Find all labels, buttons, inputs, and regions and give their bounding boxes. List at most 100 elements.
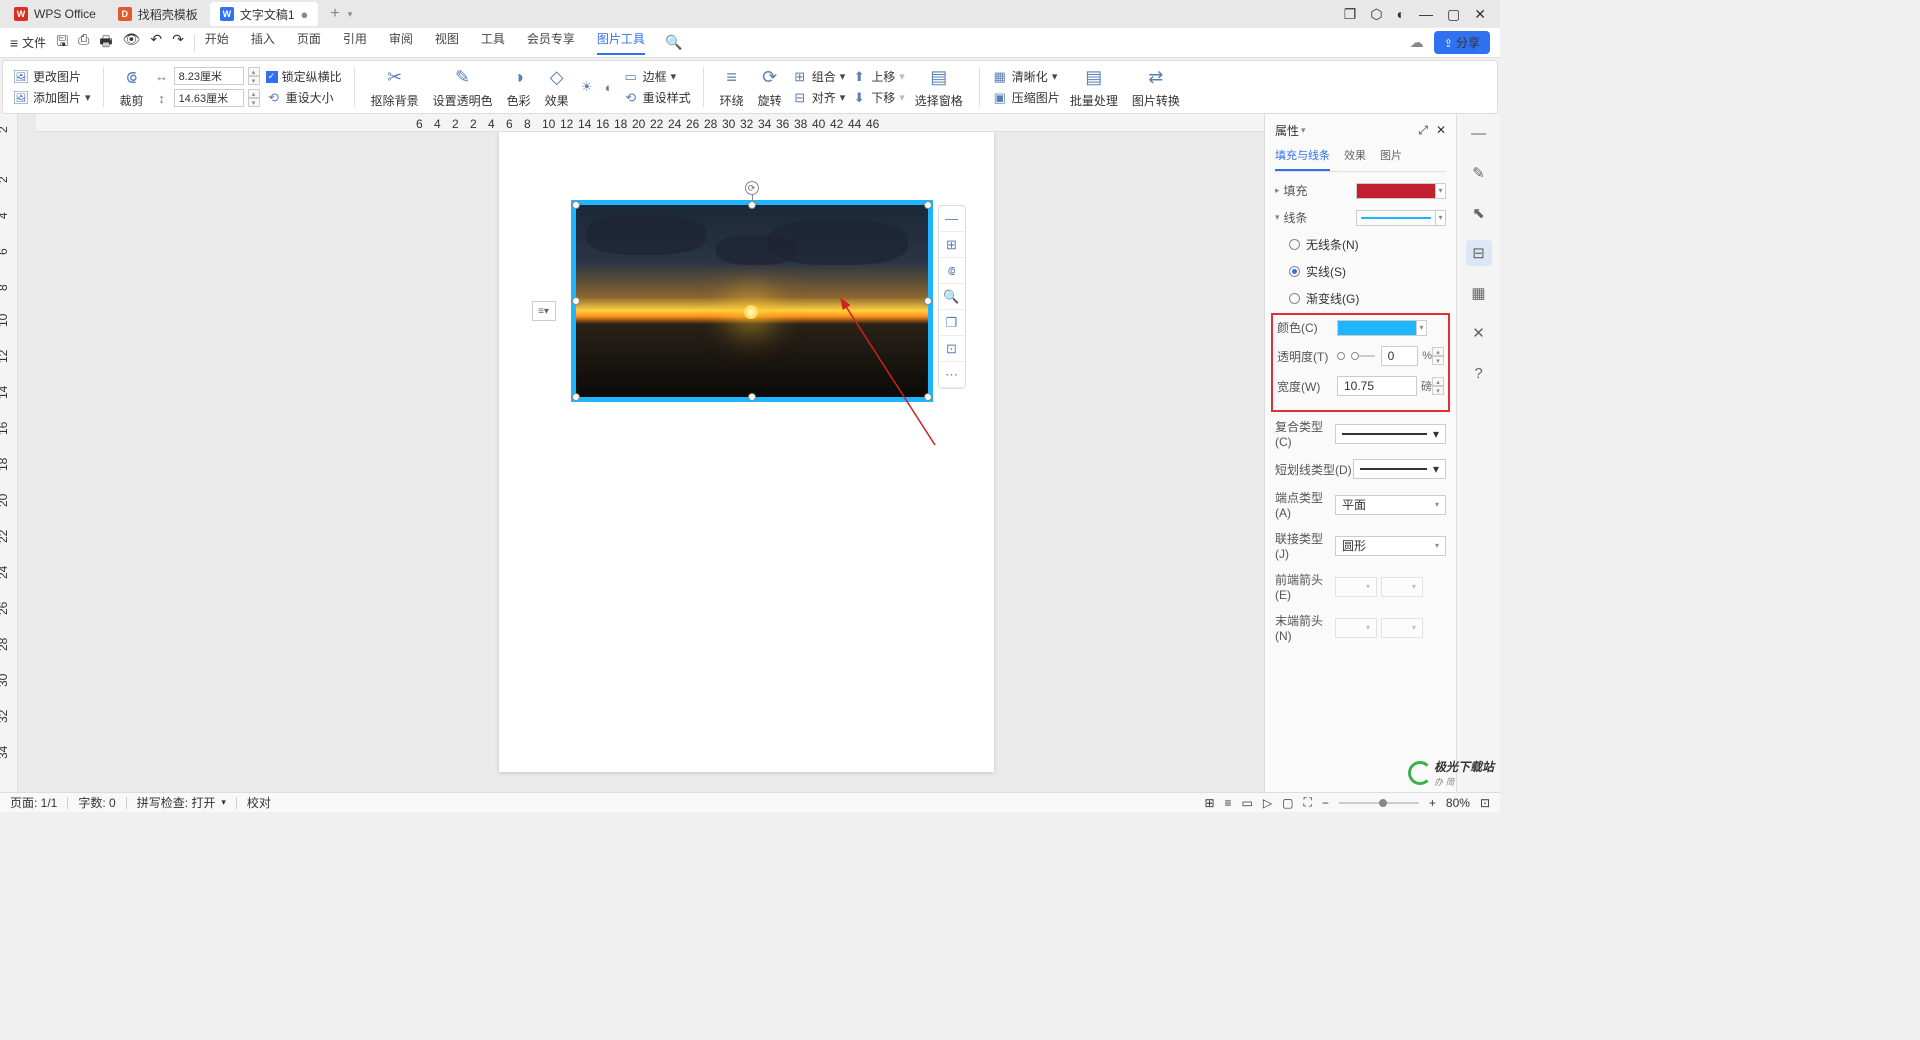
opacity-spinner[interactable]: ▴▾ [1432,347,1444,365]
float-copy-icon[interactable]: ❐ [939,310,965,336]
rotate-button[interactable]: ⟳旋转 [754,66,786,109]
close-tab-icon[interactable]: ● [301,7,309,22]
gallery-tool-icon[interactable]: ▦ [1466,280,1492,306]
line-color-swatch[interactable] [1356,210,1436,226]
tab-picture[interactable]: 图片 [1380,147,1402,171]
resize-handle-s[interactable] [748,393,756,401]
radio-gradient-line[interactable]: 渐变线(G) [1275,290,1446,307]
fill-section[interactable]: ▸填充 ▾ [1275,182,1446,199]
redo-icon[interactable]: ↷ [172,31,184,55]
document-canvas[interactable]: ⟳ ≡▾ [36,132,1456,792]
zoom-slider[interactable] [1339,802,1419,804]
cloud-icon[interactable]: ☁ [1410,34,1424,51]
page-indicator[interactable]: 页面: 1/1 [10,794,57,811]
join-select[interactable]: 圆形▾ [1335,536,1446,556]
convert-button[interactable]: ⇄图片转换 [1128,66,1184,109]
fill-color-dropdown[interactable]: ▾ [1436,183,1446,199]
color-button[interactable]: ◑色彩 [503,66,535,109]
menu-start[interactable]: 开始 [205,30,229,55]
cap-select[interactable]: 平面▾ [1335,495,1446,515]
height-spinner[interactable]: ▴▾ [248,89,260,107]
float-zoom-icon[interactable]: 🔍 [939,284,965,310]
maximize-button[interactable]: ▢ [1447,6,1460,23]
spellcheck-status[interactable]: 拼写检查: 打开 [137,794,216,811]
tab-fill-line[interactable]: 填充与线条 [1275,147,1330,171]
line-color-dropdown[interactable]: ▾ [1436,210,1446,226]
print-preview-icon[interactable]: 👁 [123,31,141,55]
tab-template[interactable]: D 找稻壳模板 [108,2,208,26]
opacity-input[interactable]: 0 [1381,346,1419,366]
settings-tool-icon[interactable]: ✕ [1466,320,1492,346]
align-button[interactable]: ⊟对齐 ▾ [792,89,846,106]
dash-select[interactable]: ▾ [1353,459,1446,479]
brightness-button[interactable]: ☀ [579,79,595,95]
menu-view[interactable]: 视图 [435,30,459,55]
compress-button[interactable]: ▣压缩图片 [992,89,1060,106]
new-tab-button[interactable]: + [330,5,339,23]
properties-tool-icon[interactable]: ⊟ [1466,240,1492,266]
close-window-button[interactable]: ✕ [1474,6,1486,23]
pin-icon[interactable]: ⤢ [1418,123,1428,138]
tab-document[interactable]: W 文字文稿1 ● [210,2,319,26]
word-count[interactable]: 字数: 0 [78,794,115,811]
view-web-icon[interactable]: ▭ [1242,796,1253,810]
selection-pane-button[interactable]: ▤选择窗格 [911,66,967,109]
selected-image[interactable]: ⟳ ≡▾ [571,200,933,402]
zoom-out-button[interactable]: − [1322,796,1329,810]
opacity-slider[interactable] [1351,355,1375,357]
opacity-slider-start[interactable] [1337,352,1345,360]
view-fullscreen-icon[interactable]: ⛶ [1303,795,1311,810]
width-spinner[interactable]: ▴▾ [248,67,260,85]
view-outline-icon[interactable]: ≡ [1225,796,1232,810]
search-icon[interactable]: 🔍 [665,34,682,51]
menu-page[interactable]: 页面 [297,30,321,55]
print-icon[interactable]: 🖶 [99,31,112,55]
undo-icon[interactable]: ↶ [150,31,162,55]
minimize-button[interactable]: — [1419,6,1433,23]
view-read-icon[interactable]: ▷ [1263,796,1272,810]
export-icon[interactable]: ⎙ [78,31,89,55]
combine-button[interactable]: ⊞组合 ▾ [792,68,846,85]
float-more-icon[interactable]: ⋯ [939,362,965,388]
float-collapse-icon[interactable]: — [939,206,965,232]
resize-handle-n[interactable] [748,201,756,209]
menu-picture-tools[interactable]: 图片工具 [597,30,645,55]
effect-button[interactable]: ◇效果 [541,66,573,109]
menu-reference[interactable]: 引用 [343,30,367,55]
rotate-handle[interactable]: ⟳ [745,181,759,195]
remove-bg-button[interactable]: ✂抠除背景 [367,66,423,109]
fit-page-icon[interactable]: ⊡ [1480,796,1490,810]
view-grid-icon[interactable]: ⊞ [1204,796,1214,810]
reset-style-button[interactable]: ⟲重设样式 [623,89,691,106]
share-button[interactable]: ⇪ 分享 [1434,31,1490,54]
menu-tools[interactable]: 工具 [481,30,505,55]
line-width-input[interactable]: 10.75 [1337,376,1417,396]
line-color-value[interactable] [1337,320,1417,336]
win-user-icon[interactable]: ◐ [1397,6,1405,23]
line-section[interactable]: ▾线条 ▾ [1275,209,1446,226]
height-input[interactable] [174,89,244,107]
lock-ratio-checkbox[interactable]: ✓锁定纵横比 [266,68,342,85]
pencil-tool-icon[interactable]: ✎ [1466,160,1492,186]
border-button[interactable]: ▭边框 ▾ [623,68,691,85]
reset-size-button[interactable]: ⟲重设大小 [266,89,342,106]
resize-handle-ne[interactable] [924,201,932,209]
menu-vip[interactable]: 会员专享 [527,30,575,55]
menu-review[interactable]: 审阅 [389,30,413,55]
line-width-spinner[interactable]: ▴▾ [1432,377,1444,395]
wrap-options-button[interactable]: ≡▾ [532,301,556,321]
contrast-button[interactable]: ◐ [601,79,617,95]
tab-home[interactable]: W WPS Office [4,2,106,26]
resize-handle-w[interactable] [572,297,580,305]
width-input[interactable] [174,67,244,85]
crop-button[interactable]: ⟃裁剪 [116,66,148,109]
file-menu[interactable]: ≡ 文件 [10,34,46,51]
wrap-button[interactable]: ≡环绕 [716,66,748,109]
float-crop-icon[interactable]: ⟃ [939,258,965,284]
resize-handle-sw[interactable] [572,393,580,401]
collapse-sidebar-icon[interactable]: — [1466,120,1492,146]
view-print-icon[interactable]: ▢ [1282,796,1293,810]
fill-color-swatch[interactable] [1356,183,1436,199]
float-layout-icon[interactable]: ⊞ [939,232,965,258]
resize-handle-se[interactable] [924,393,932,401]
